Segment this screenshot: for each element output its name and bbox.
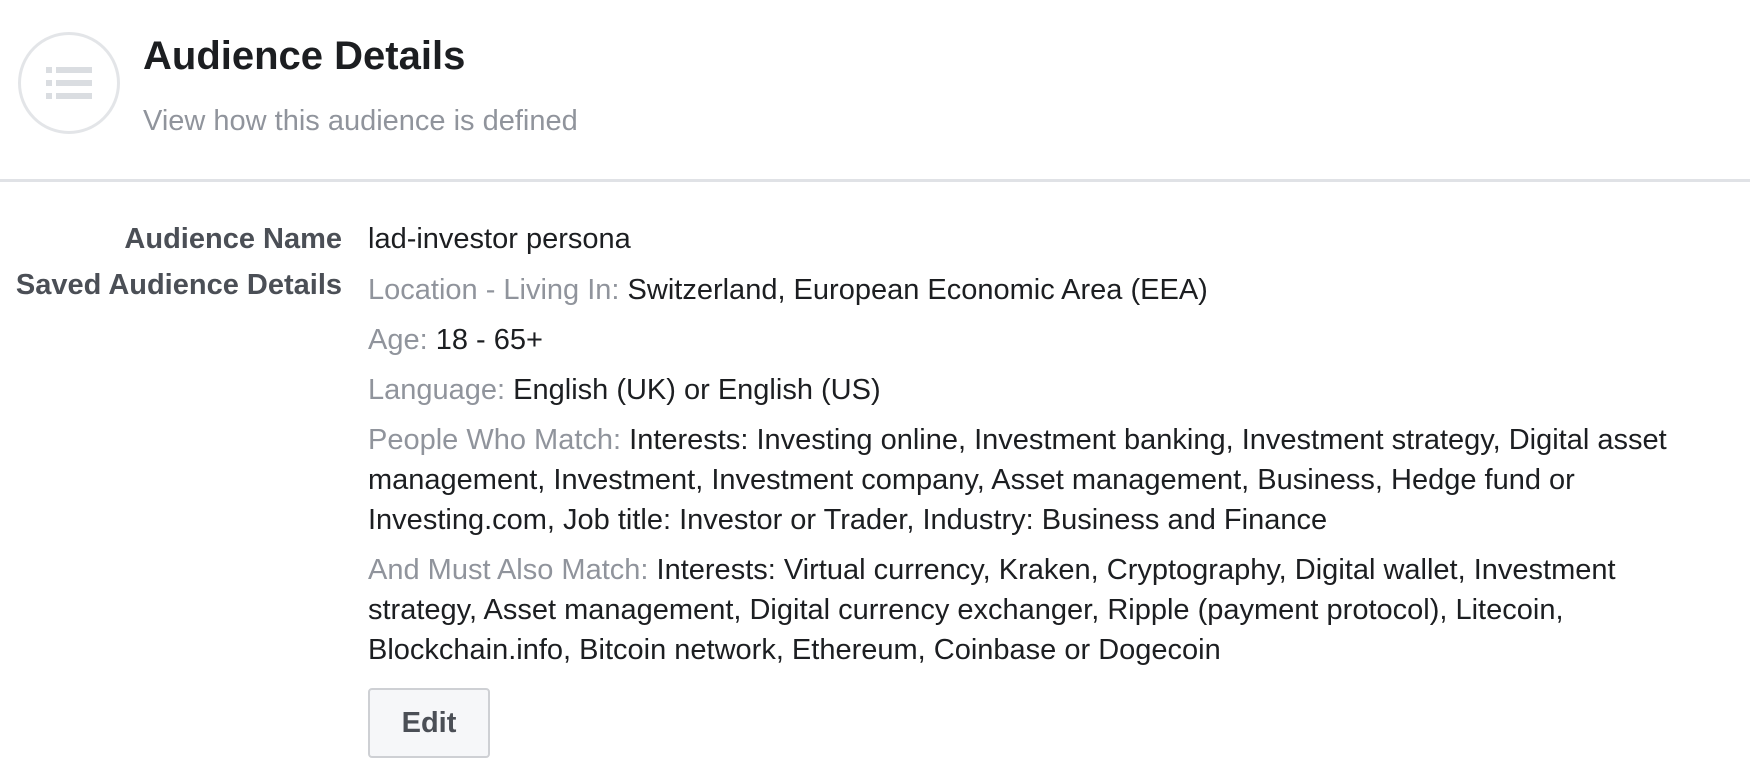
audience-name-row: Audience Name lad-investor persona [0, 220, 1750, 266]
criterion-label: People Who Match: [368, 424, 622, 456]
criterion-label: Age: [368, 324, 428, 356]
criterion-must-also-match: And Must Also Match: Interests: Virtual … [368, 550, 1728, 670]
page-subtitle: View how this audience is defined [143, 105, 578, 137]
audience-name-label: Audience Name [124, 223, 342, 255]
criterion-value: English (UK) or English (US) [513, 374, 881, 406]
criterion-value: 18 - 65+ [435, 324, 543, 356]
audience-details-header: Audience Details View how this audience … [0, 0, 1750, 182]
page-title: Audience Details [143, 34, 466, 78]
edit-button[interactable]: Edit [368, 688, 490, 758]
saved-audience-details-label: Saved Audience Details [15, 269, 342, 301]
criterion-age: Age: 18 - 65+ [368, 320, 1728, 360]
criteria-list: Location - Living In: Switzerland, Europ… [368, 266, 1728, 758]
audience-name-value: lad-investor persona [368, 223, 631, 255]
criterion-language: Language: English (UK) or English (US) [368, 370, 1728, 410]
list-icon [18, 32, 120, 134]
criterion-value: Switzerland, European Economic Area (EEA… [627, 274, 1208, 306]
criterion-location: Location - Living In: Switzerland, Europ… [368, 270, 1728, 310]
saved-audience-details-row: Saved Audience Details Location - Living… [0, 266, 1750, 758]
criterion-label: And Must Also Match: [368, 554, 649, 586]
criterion-label: Language: [368, 374, 506, 406]
criterion-people-who-match: People Who Match: Interests: Investing o… [368, 420, 1728, 540]
list-icon-glyph [46, 67, 92, 99]
criterion-label: Location - Living In: [368, 274, 620, 306]
audience-details-body: Audience Name lad-investor persona Saved… [0, 220, 1750, 758]
